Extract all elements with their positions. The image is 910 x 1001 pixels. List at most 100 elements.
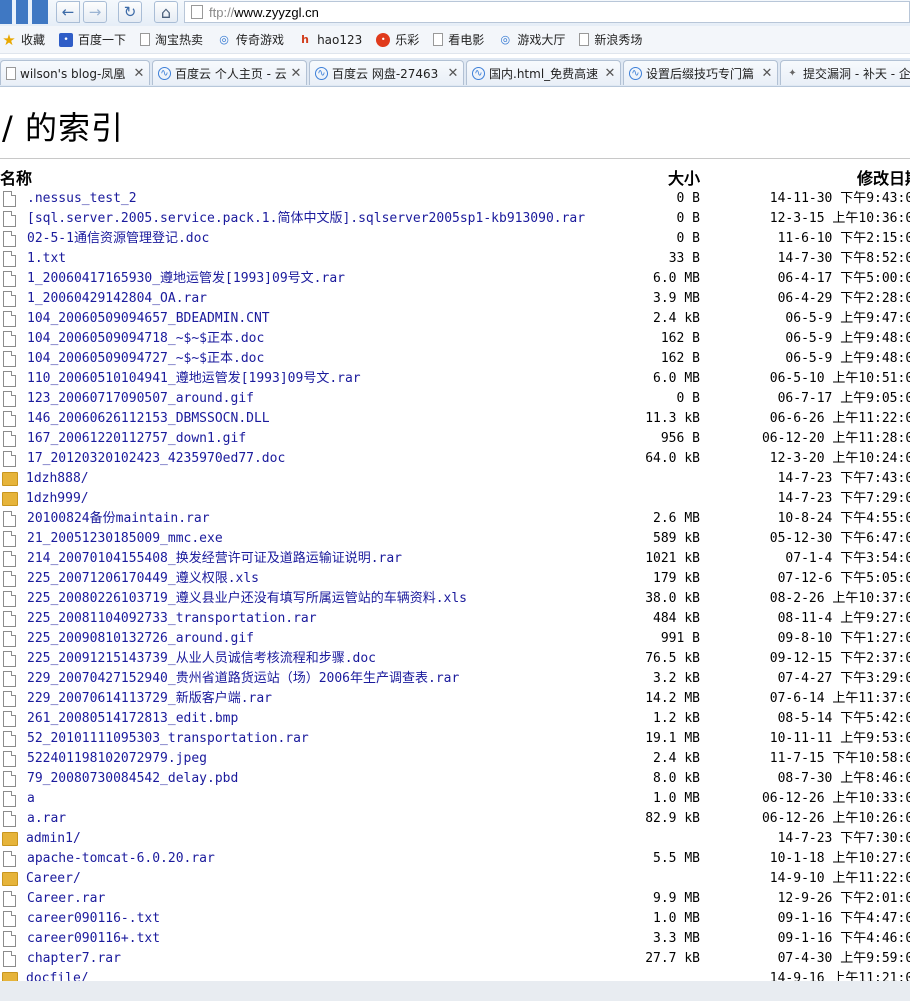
file-link[interactable]: 225_20071206170449_遵义权限.xls: [27, 569, 259, 589]
file-link[interactable]: 104_20060509094718_~$~$正本.doc: [27, 329, 264, 349]
page-icon: [433, 33, 444, 46]
close-tab-icon[interactable]: ✕: [760, 66, 774, 81]
file-link[interactable]: 79_20080730084542_delay.pbd: [27, 769, 238, 789]
file-link[interactable]: .nessus_test_2: [27, 189, 137, 209]
globe-icon: ◎: [500, 33, 511, 46]
folder-link[interactable]: admin1/: [26, 829, 81, 849]
file-link[interactable]: a.rar: [27, 809, 66, 829]
close-tab-icon[interactable]: ✕: [603, 66, 617, 81]
name-cell: 1dzh888/: [0, 469, 600, 489]
size-cell: 3.9 MB: [653, 291, 700, 306]
modified-date-cell: 06-7-17 上午9:05:00: [777, 391, 910, 406]
file-link[interactable]: 167_20061220112757_down1.gif: [27, 429, 246, 449]
file-link[interactable]: 225_20091215143739_从业人员诚信考核流程和步骤.doc: [27, 649, 376, 669]
modified-date-cell: 06-12-20 上午11:28:00: [761, 431, 910, 446]
file-link[interactable]: 104_20060509094727_~$~$正本.doc: [27, 349, 264, 369]
file-link[interactable]: 225_20080226103719_遵义县业户还没有填写所属运管站的车辆资料.…: [27, 589, 467, 609]
file-icon: [3, 551, 16, 567]
file-link[interactable]: 110_20060510104941_遵地运管发[1993]09号文.rar: [27, 369, 361, 389]
file-link[interactable]: 146_20060626112153_DBMSSOCN.DLL: [27, 409, 270, 429]
folder-link[interactable]: 1dzh999/: [26, 489, 89, 509]
bookmark-item[interactable]: • 百度一下: [59, 31, 126, 48]
modified-date-cell: 05-12-30 下午6:47:00: [769, 531, 910, 546]
bookmark-item[interactable]: 新浪秀场: [579, 31, 642, 48]
size-cell: [600, 469, 711, 489]
file-icon: [3, 811, 16, 827]
file-link[interactable]: 1_20060417165930_遵地运管发[1993]09号文.rar: [27, 269, 345, 289]
column-header-size[interactable]: 大小: [600, 169, 711, 189]
file-link[interactable]: 1.txt: [27, 249, 66, 269]
bookmark-item[interactable]: 看电影: [433, 31, 484, 48]
name-cell: 52_20101111095303_transportation.rar: [0, 729, 600, 749]
name-cell: 123_20060717090507_around.gif: [0, 389, 600, 409]
file-link[interactable]: 229_20070427152940_贵州省道路货运站（场）2006年生产调查表…: [27, 669, 459, 689]
file-link[interactable]: career090116-.txt: [27, 909, 160, 929]
file-link[interactable]: 261_20080514172813_edit.bmp: [27, 709, 238, 729]
file-link[interactable]: 225_20081104092733_transportation.rar: [27, 609, 317, 629]
hao123-icon: h: [301, 33, 309, 46]
table-row: 02-5-1通信资源管理登记.doc 0 B 11-6-10 下午2:15:00: [0, 229, 910, 249]
column-header-modified[interactable]: 修改日期: [711, 169, 910, 189]
page-icon: [579, 33, 590, 46]
size-cell: 82.9 kB: [645, 811, 700, 826]
folder-link[interactable]: 1dzh888/: [26, 469, 89, 489]
bookmark-item[interactable]: ◎ 传奇游戏: [217, 31, 284, 48]
folder-link[interactable]: Career/: [26, 869, 81, 889]
file-link[interactable]: 02-5-1通信资源管理登记.doc: [27, 229, 209, 249]
close-tab-icon[interactable]: ✕: [132, 66, 146, 81]
file-link[interactable]: 52_20101111095303_transportation.rar: [27, 729, 309, 749]
column-header-name[interactable]: 名称: [0, 169, 600, 189]
modified-date-cell: 06-4-17 下午5:00:00: [777, 271, 910, 286]
bookmark-item[interactable]: ★ 收藏: [2, 31, 45, 49]
bookmark-item[interactable]: ◎ 游戏大厅: [498, 31, 566, 48]
back-button[interactable]: ←: [56, 1, 80, 23]
file-link[interactable]: 20100824备份maintain.rar: [27, 509, 210, 529]
file-link[interactable]: Career.rar: [27, 889, 105, 909]
close-tab-icon[interactable]: ✕: [289, 66, 303, 81]
file-link[interactable]: 1_20060429142804_OA.rar: [27, 289, 207, 309]
bookmark-item[interactable]: h hao123: [298, 33, 362, 47]
browser-tab[interactable]: ∿ 设置后缀技巧专门篇 ✕: [623, 60, 778, 85]
table-row: 104_20060509094657_BDEADMIN.CNT 2.4 kB 06-…: [0, 309, 910, 329]
file-icon: [3, 571, 16, 587]
bookmark-item[interactable]: • 乐彩: [376, 31, 419, 48]
file-link[interactable]: 17_20120320102423_4235970ed77.doc: [27, 449, 285, 469]
file-link[interactable]: apache-tomcat-6.0.20.rar: [27, 849, 215, 869]
file-link[interactable]: 21_20051230185009_mmc.exe: [27, 529, 223, 549]
file-icon: [3, 291, 16, 307]
app-menu-button[interactable]: [0, 0, 48, 24]
browser-tab[interactable]: wilson's blog-凤凰 ✕: [0, 60, 150, 85]
file-icon: [3, 431, 16, 447]
modified-date-cell: 09-12-15 下午2:37:00: [769, 651, 910, 666]
address-bar[interactable]: ftp://www.zyyzgl.cn: [184, 1, 910, 23]
page-icon: [140, 33, 151, 46]
browser-tab[interactable]: ✦ 提交漏洞 - 补天 - 企: [780, 60, 910, 85]
bookmark-item[interactable]: 淘宝热卖: [140, 31, 203, 48]
file-link[interactable]: career090116+.txt: [27, 929, 160, 949]
home-button[interactable]: ⌂: [154, 1, 178, 23]
size-cell: 589 kB: [653, 531, 700, 546]
file-link[interactable]: 123_20060717090507_around.gif: [27, 389, 254, 409]
address-url[interactable]: ftp://www.zyyzgl.cn: [209, 5, 319, 20]
size-cell: 0 B: [676, 211, 700, 226]
file-link[interactable]: a: [27, 789, 35, 809]
browser-tab[interactable]: ∿ 国内.html_免费高速 ✕: [466, 60, 621, 85]
browser-tab[interactable]: ∿ 百度云 个人主页 - 云 ✕: [152, 60, 307, 85]
refresh-button[interactable]: ↻: [118, 1, 142, 23]
file-link[interactable]: 225_20090810132726_around.gif: [27, 629, 254, 649]
file-link[interactable]: 522401198102072979.jpeg: [27, 749, 207, 769]
forward-button[interactable]: →: [83, 1, 107, 23]
size-cell: 33 B: [668, 251, 700, 266]
file-link[interactable]: 229_20070614113729_新版客户端.rar: [27, 689, 272, 709]
close-tab-icon[interactable]: ✕: [446, 66, 460, 81]
name-cell: a.rar: [0, 809, 600, 829]
table-row: admin1/14-7-23 下午7:30:00: [0, 829, 910, 849]
file-link[interactable]: chapter7.rar: [27, 949, 121, 969]
file-link[interactable]: 104_20060509094657_BDEADMIN.CNT: [27, 309, 270, 329]
table-row: apache-tomcat-6.0.20.rar 5.5 MB 10-1-18 上午…: [0, 849, 910, 869]
size-cell: 162 B: [660, 351, 700, 366]
file-link[interactable]: 214_20070104155408_换发经营许可证及道路运输证说明.rar: [27, 549, 402, 569]
file-link[interactable]: [sql.server.2005.service.pack.1.简体中文版].s…: [27, 209, 585, 229]
browser-tab[interactable]: ∿ 百度云 网盘-27463 ✕: [309, 60, 464, 85]
bookmark-label: 乐彩: [395, 33, 420, 47]
